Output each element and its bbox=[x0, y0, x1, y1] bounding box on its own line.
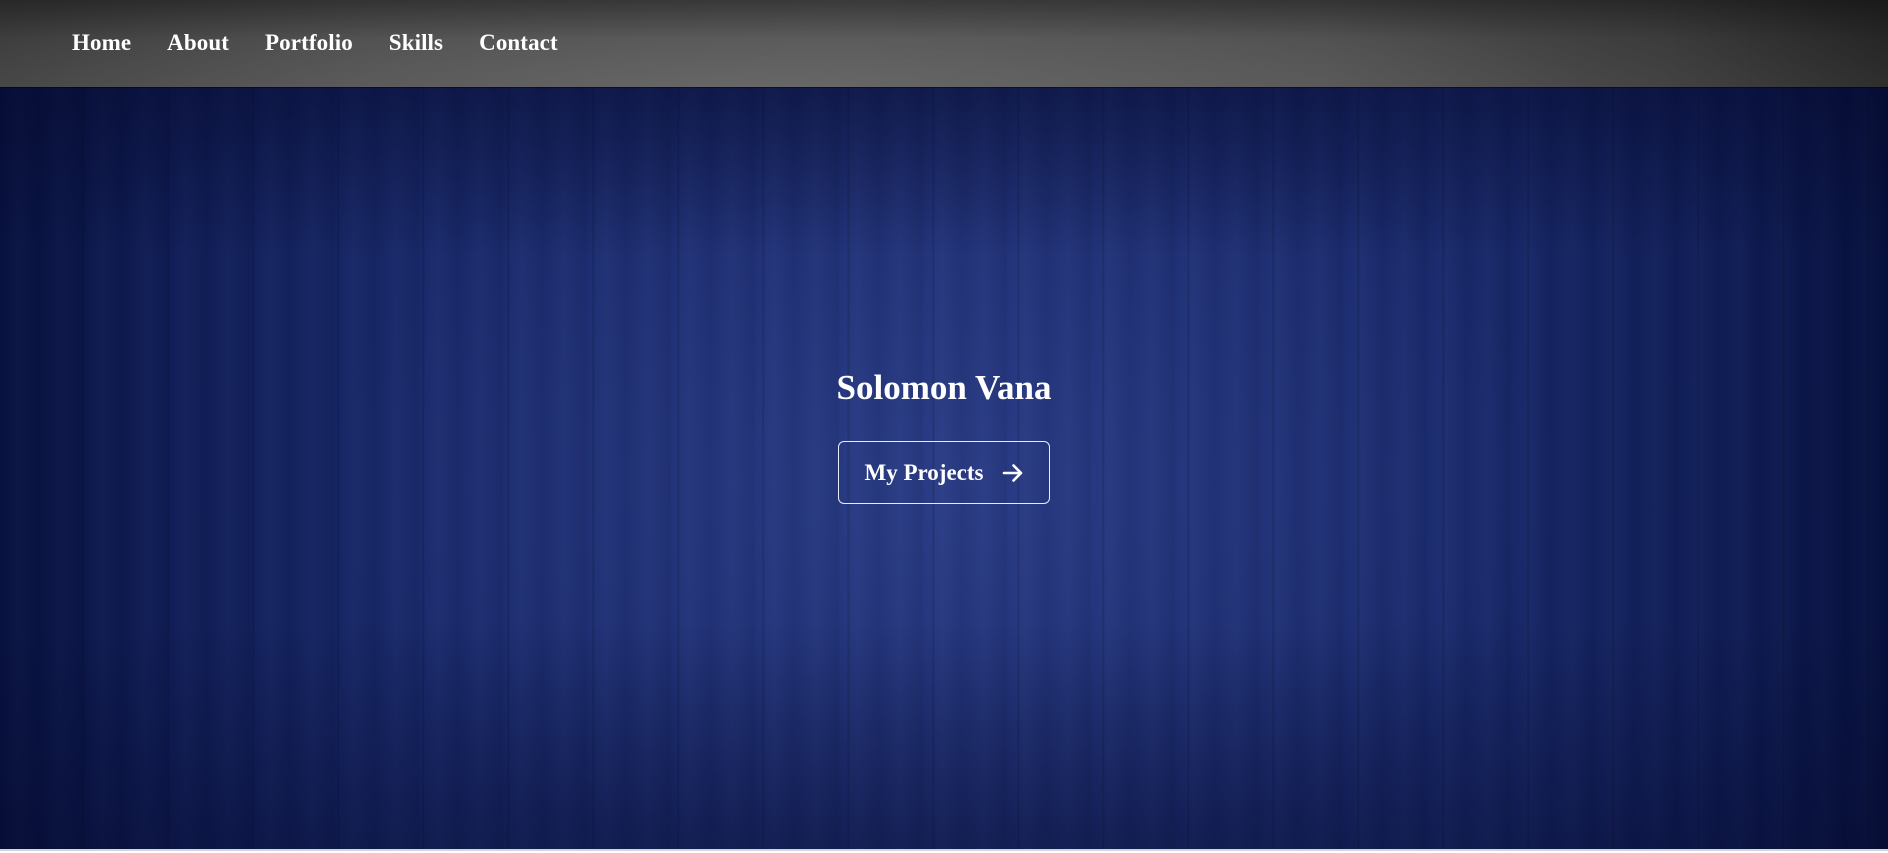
nav-link-contact[interactable]: Contact bbox=[479, 30, 558, 56]
nav-link-home[interactable]: Home bbox=[72, 30, 131, 56]
top-navbar: Home About Portfolio Skills Contact bbox=[0, 0, 1888, 87]
my-projects-button[interactable]: My Projects bbox=[838, 441, 1050, 504]
hero-content: Solomon Vana My Projects bbox=[0, 87, 1888, 851]
nav-link-skills[interactable]: Skills bbox=[389, 30, 443, 56]
nav-link-portfolio[interactable]: Portfolio bbox=[265, 30, 353, 56]
nav-links: Home About Portfolio Skills Contact bbox=[72, 0, 558, 87]
hero-section: Solomon Vana My Projects bbox=[0, 87, 1888, 851]
nav-link-about[interactable]: About bbox=[167, 30, 229, 56]
page: Home About Portfolio Skills Contact Solo… bbox=[0, 0, 1888, 853]
my-projects-label: My Projects bbox=[864, 459, 984, 485]
hero-title: Solomon Vana bbox=[836, 368, 1052, 407]
arrow-right-icon bbox=[1002, 462, 1024, 484]
